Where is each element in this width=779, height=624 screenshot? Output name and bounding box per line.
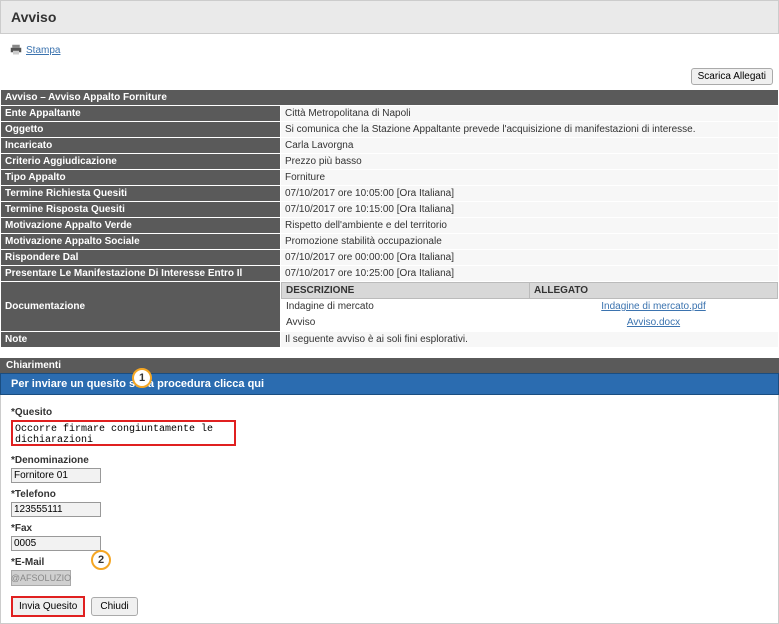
printer-icon	[10, 44, 22, 56]
value-oggetto: Si comunica che la Stazione Appaltante p…	[281, 122, 779, 138]
telefono-label: *Telefono	[11, 489, 768, 500]
value-termine-richiesta: 07/10/2017 ore 10:05:00 [Ora Italiana]	[281, 186, 779, 202]
value-incaricato: Carla Lavorgna	[281, 138, 779, 154]
label-ente: Ente Appaltante	[1, 106, 281, 122]
value-termine-risposta: 07/10/2017 ore 10:15:00 [Ora Italiana]	[281, 202, 779, 218]
doc-col-allegato: ALLEGATO	[530, 283, 778, 299]
label-criterio: Criterio Aggiudicazione	[1, 154, 281, 170]
label-rispondere-dal: Rispondere Dal	[1, 250, 281, 266]
denominazione-field[interactable]	[11, 468, 101, 483]
fax-field[interactable]	[11, 536, 101, 551]
label-termine-risposta: Termine Risposta Quesiti	[1, 202, 281, 218]
doc-desc: Indagine di mercato	[282, 299, 530, 315]
details-title-row: Avviso – Avviso Appalto Forniture	[1, 90, 779, 106]
page-title: Avviso	[0, 0, 779, 34]
value-presentare-entro: 07/10/2017 ore 10:25:00 [Ora Italiana]	[281, 266, 779, 282]
value-tipo: Forniture	[281, 170, 779, 186]
doc-link-indagine[interactable]: Indagine di mercato.pdf	[601, 301, 706, 312]
table-row: Avviso Avviso.docx	[282, 315, 778, 331]
fax-label: *Fax	[11, 523, 768, 534]
value-note: Il seguente avviso è ai soli fini esplor…	[281, 332, 779, 348]
doc-desc: Avviso	[282, 315, 530, 331]
scarica-allegati-button[interactable]: Scarica Allegati	[691, 68, 773, 85]
quesito-form: *Quesito *Denominazione *Telefono *Fax *…	[0, 395, 779, 624]
label-tipo: Tipo Appalto	[1, 170, 281, 186]
value-criterio: Prezzo più basso	[281, 154, 779, 170]
invia-quesito-button[interactable]: Invia Quesito	[11, 596, 85, 617]
label-note: Note	[1, 332, 281, 348]
details-table: Avviso – Avviso Appalto Forniture Ente A…	[0, 89, 779, 348]
label-motivazione-sociale: Motivazione Appalto Sociale	[1, 234, 281, 250]
denominazione-label: *Denominazione	[11, 455, 768, 466]
stampa-link[interactable]: Stampa	[26, 45, 60, 56]
annotation-marker-2: 2	[91, 550, 111, 570]
label-oggetto: Oggetto	[1, 122, 281, 138]
doc-col-descrizione: DESCRIZIONE	[282, 283, 530, 299]
value-motivazione-verde: Rispetto dell'ambiente e del territorio	[281, 218, 779, 234]
label-motivazione-verde: Motivazione Appalto Verde	[1, 218, 281, 234]
telefono-field[interactable]	[11, 502, 101, 517]
email-label: *E-Mail	[11, 557, 768, 568]
value-rispondere-dal: 07/10/2017 ore 00:00:00 [Ora Italiana]	[281, 250, 779, 266]
email-field-masked[interactable]: @AFSOLUZIO	[11, 570, 71, 586]
doc-link-avviso[interactable]: Avviso.docx	[627, 317, 680, 328]
label-termine-richiesta: Termine Richiesta Quesiti	[1, 186, 281, 202]
chiudi-button[interactable]: Chiudi	[91, 597, 137, 616]
quesito-textarea[interactable]	[11, 420, 236, 446]
annotation-marker-1: 1	[132, 368, 152, 388]
value-ente: Città Metropolitana di Napoli	[281, 106, 779, 122]
table-row: Indagine di mercato Indagine di mercato.…	[282, 299, 778, 315]
quesito-label: *Quesito	[11, 407, 768, 418]
documentazione-table: DESCRIZIONE ALLEGATO Indagine di mercato…	[281, 282, 778, 331]
label-incaricato: Incaricato	[1, 138, 281, 154]
value-motivazione-sociale: Promozione stabilità occupazionale	[281, 234, 779, 250]
chiarimenti-header: Chiarimenti	[0, 358, 779, 373]
label-presentare-entro: Presentare Le Manifestazione Di Interess…	[1, 266, 281, 282]
label-documentazione: Documentazione	[1, 282, 281, 332]
invia-quesito-bar[interactable]: Per inviare un quesito sulla procedura c…	[0, 373, 779, 395]
